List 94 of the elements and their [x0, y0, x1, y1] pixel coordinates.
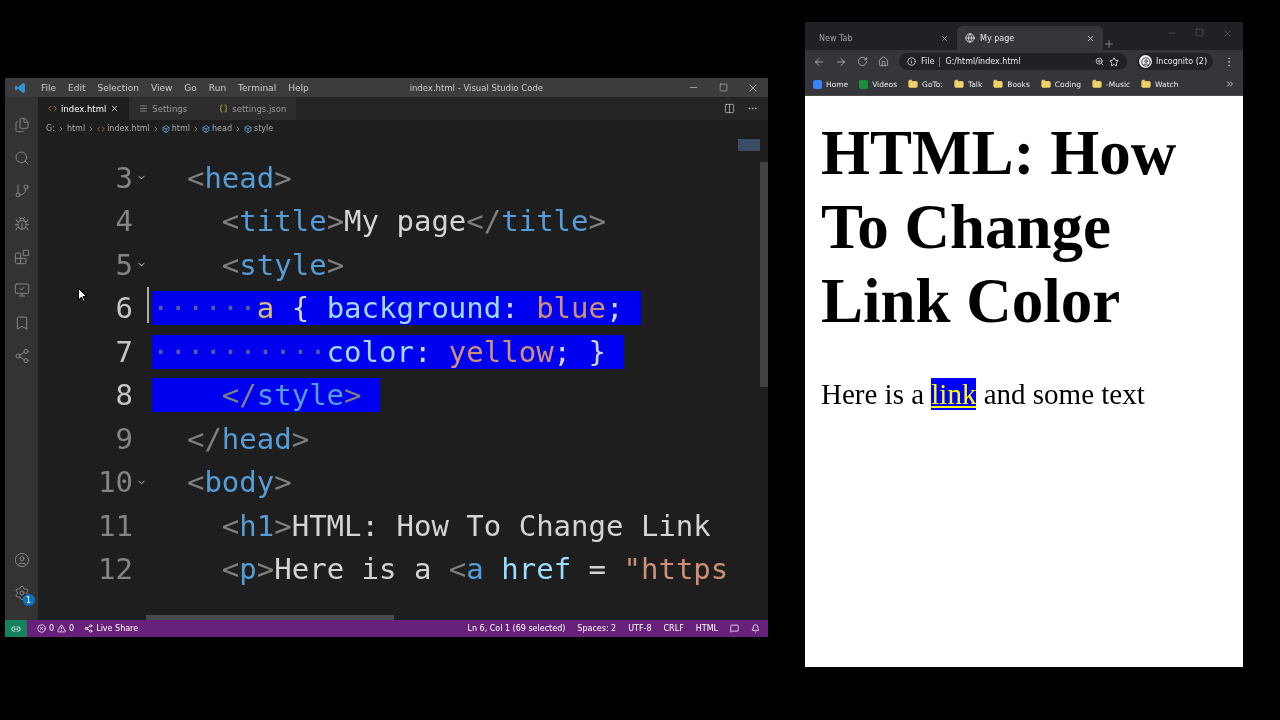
breadcrumb[interactable]: G:	[46, 124, 55, 133]
line-number: 12	[97, 552, 133, 587]
incognito-icon	[1140, 56, 1151, 67]
scrollbar-thumb[interactable]	[146, 615, 394, 620]
monitor-icon[interactable]	[13, 282, 30, 298]
page-heading: HTML: How To Change Link Color	[821, 117, 1178, 338]
text-cursor	[147, 287, 149, 323]
menu-item[interactable]: Edit	[62, 82, 92, 93]
menu-item[interactable]: Terminal	[232, 82, 283, 93]
code-line: <style>	[220, 247, 345, 282]
address-field[interactable]: G:/html/index.html	[945, 57, 1090, 66]
menu-item[interactable]: File	[35, 82, 63, 93]
menu-item[interactable]: View	[145, 82, 179, 93]
explorer-icon[interactable]	[13, 117, 30, 133]
breadcrumb[interactable]: html	[66, 124, 86, 133]
line-number: 3	[114, 160, 133, 195]
code-line: <head>	[185, 160, 292, 195]
close-button[interactable]	[1222, 28, 1233, 39]
new-tab-button[interactable]	[1103, 38, 1115, 50]
menu-item[interactable]: Help	[282, 82, 315, 93]
warning-icon	[57, 624, 67, 633]
forward-button[interactable]	[835, 55, 847, 68]
editor-tab[interactable]: index.html	[38, 97, 130, 120]
browser-tab[interactable]: My page	[957, 26, 1103, 50]
status-item[interactable]: HTML	[695, 624, 718, 633]
mouse-pointer-icon	[78, 288, 87, 302]
reload-button[interactable]	[857, 56, 868, 67]
status-item[interactable]: Ln 6, Col 1 (69 selected)	[467, 624, 566, 633]
close-icon[interactable]	[1086, 33, 1095, 43]
warning-count[interactable]: 0	[69, 624, 75, 633]
split-editor-icon[interactable]	[724, 103, 735, 114]
menu-item[interactable]: Selection	[91, 82, 145, 93]
home-button[interactable]	[878, 56, 889, 67]
line-number: 11	[97, 508, 133, 543]
minimap	[738, 139, 760, 151]
line-number: 7	[114, 334, 133, 369]
live-share-button[interactable]: Live Share	[96, 624, 139, 633]
account-icon[interactable]	[13, 552, 30, 568]
status-item[interactable]: CRLF	[663, 624, 684, 633]
line-number: 4	[114, 204, 133, 239]
more-bookmarks-icon[interactable]	[1225, 79, 1235, 89]
extensions-icon[interactable]	[13, 249, 30, 265]
code-line: <title>My page</title>	[220, 204, 606, 239]
menu-item[interactable]: Go	[178, 82, 203, 93]
chevron-icon	[234, 124, 242, 133]
editor-tab[interactable]: Settings	[129, 97, 210, 120]
error-icon	[37, 624, 46, 633]
breadcrumb[interactable]: head	[212, 124, 232, 133]
bug-icon[interactable]	[13, 216, 30, 232]
error-count[interactable]: 0	[49, 624, 55, 633]
window-title: index.html - Visual Studio Code	[408, 82, 545, 93]
browser-tab[interactable]: New Tab	[811, 26, 957, 50]
share-icon	[84, 624, 94, 633]
line-number: 5	[114, 247, 133, 282]
code-line: <body>	[185, 465, 292, 500]
feedback-icon[interactable]	[730, 624, 739, 633]
share-icon[interactable]	[13, 348, 30, 364]
breadcrumb[interactable]: index.html	[107, 124, 150, 133]
globe-icon	[965, 33, 975, 43]
info-icon[interactable]	[907, 57, 916, 66]
star-icon[interactable]	[1109, 56, 1119, 67]
cube-icon	[202, 124, 211, 133]
json-file-icon	[219, 104, 229, 113]
line-number: 6	[114, 291, 133, 326]
settings-icon[interactable]	[13, 585, 30, 601]
line-number: 8	[114, 378, 133, 413]
bell-icon[interactable]	[751, 624, 760, 633]
scrollbar-thumb[interactable]	[760, 162, 768, 387]
back-button[interactable]	[813, 55, 825, 68]
status-item[interactable]: UTF-8	[628, 624, 652, 633]
html-file-icon	[48, 104, 57, 113]
html-file-icon	[97, 124, 106, 133]
cube-icon	[244, 124, 252, 133]
code-line: </head>	[185, 421, 310, 456]
close-icon[interactable]	[940, 33, 949, 43]
status-item[interactable]: Spaces: 2	[577, 624, 617, 633]
code-line: <p>Here is a <a href = "https	[220, 552, 729, 587]
notification-badge: 1	[22, 594, 35, 606]
breadcrumb[interactable]: html	[171, 124, 191, 133]
line-number: 10	[97, 465, 133, 500]
search-icon[interactable]	[13, 150, 30, 166]
editor-tab[interactable]: settings.json	[209, 97, 297, 120]
line-number: 9	[114, 421, 133, 456]
scheme-label: File	[921, 57, 935, 66]
cube-icon	[161, 124, 170, 133]
breadcrumb[interactable]: style	[254, 124, 274, 133]
zoom-icon[interactable]	[1095, 57, 1104, 66]
remote-icon[interactable]	[11, 623, 21, 634]
menu-item[interactable]: Run	[202, 82, 233, 93]
branch-icon[interactable]	[13, 183, 30, 199]
code-line: <h1>HTML: How To Change Link	[220, 508, 711, 543]
app-logo-icon	[14, 81, 26, 94]
settings-file-icon	[139, 104, 149, 113]
close-icon[interactable]	[110, 104, 120, 113]
